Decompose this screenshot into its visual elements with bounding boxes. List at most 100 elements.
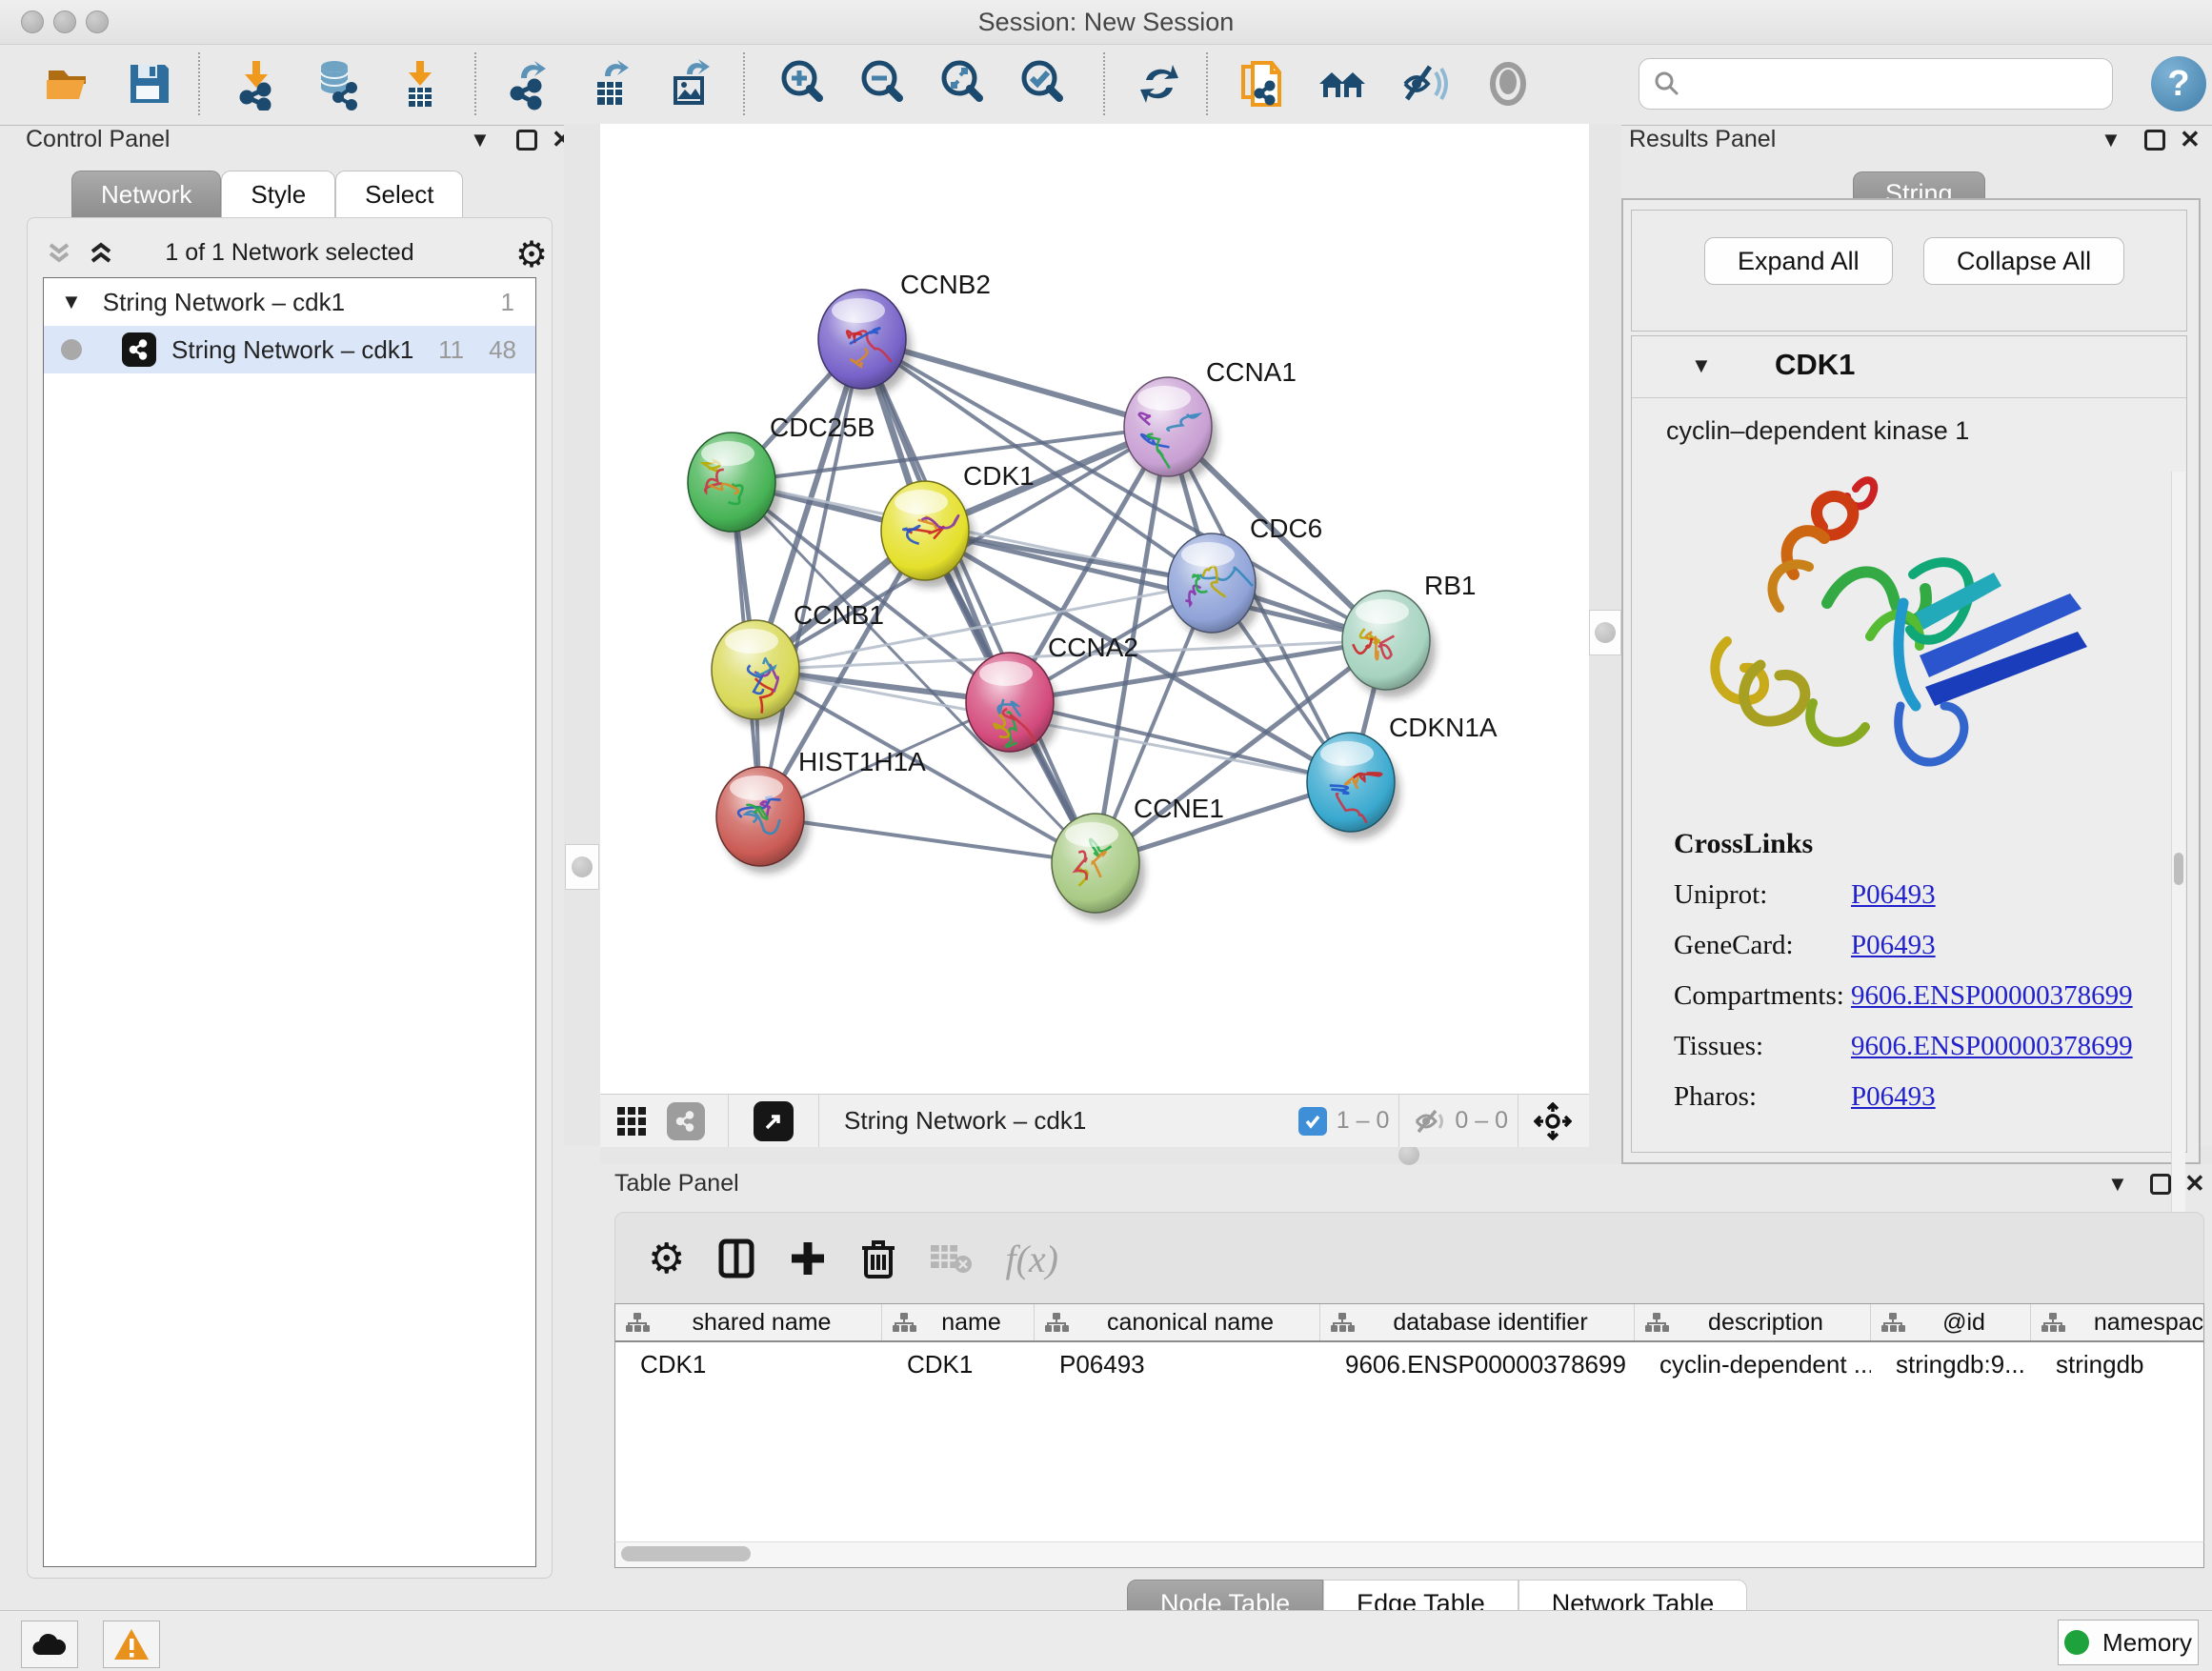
refresh-view-button[interactable] [1130, 54, 1189, 113]
collapse-all-button[interactable]: Collapse All [1923, 237, 2124, 285]
tab-style[interactable]: Style [221, 171, 335, 218]
home-networks-button[interactable] [1313, 54, 1372, 113]
hide-unhide-button[interactable] [1395, 54, 1454, 113]
node-RB1[interactable]: RB1 [1342, 571, 1476, 697]
crosslink-link[interactable]: P06493 [1851, 879, 1936, 911]
column-header-shared-name[interactable]: shared name [615, 1304, 882, 1340]
import-table-from-file-button[interactable] [391, 54, 450, 113]
import-network-from-database-button[interactable] [307, 54, 366, 113]
table-panel-close-icon[interactable]: ✕ [2184, 1171, 2205, 1197]
collection-count: 1 [501, 288, 514, 317]
column-header-database-identifier[interactable]: database identifier [1320, 1304, 1635, 1340]
show-columns-icon[interactable] [717, 1238, 755, 1279]
horizontal-splitter-handle[interactable] [1398, 1144, 1419, 1165]
table-row[interactable]: CDK1CDK1P064939606.ENSP00000378699cyclin… [615, 1342, 2203, 1386]
network-collection-row[interactable]: ▼ String Network – cdk1 1 [44, 278, 535, 326]
results-panel-close-icon[interactable]: ✕ [2180, 127, 2201, 152]
copy-network-button[interactable] [1233, 54, 1292, 113]
export-network-button[interactable] [499, 54, 558, 113]
warning-status-button[interactable] [103, 1621, 160, 1668]
search-input[interactable] [1691, 70, 2112, 99]
column-header-name[interactable]: name [882, 1304, 1035, 1340]
collection-expander-icon[interactable]: ▼ [61, 290, 82, 314]
gene-details-box: ▼ CDK1 cyclin–dependent kinase 1 [1631, 335, 2187, 1153]
network-selected-status: 1 of 1 Network selected [28, 239, 552, 267]
node-label-CDKN1A: CDKN1A [1389, 713, 1498, 742]
node-CCNA2[interactable]: CCNA2 [966, 633, 1138, 759]
string-view-icon[interactable] [667, 1102, 705, 1140]
table-panel-float-icon[interactable] [2150, 1174, 2171, 1195]
network-graph[interactable]: CCNB2CCNA1CDC25BCDK1CDC6RB1CCNB1CCNA2CDK… [600, 124, 1589, 1094]
table-settings-gear-icon[interactable]: ⚙ [648, 1235, 685, 1283]
right-splitter[interactable] [1589, 124, 1621, 1146]
column-header-namespac[interactable]: namespac [2031, 1304, 2204, 1340]
edge-HIST1H1A-CCNE1[interactable] [760, 816, 1096, 863]
column-header-canonical-name[interactable]: canonical name [1035, 1304, 1320, 1340]
node-label-CCNE1: CCNE1 [1134, 794, 1224, 823]
right-splitter-handle[interactable] [1589, 610, 1621, 655]
zoom-selected-button[interactable] [1014, 54, 1073, 113]
export-image-icon [664, 57, 717, 111]
scrollbar-thumb[interactable] [621, 1546, 751, 1561]
database-icon [310, 57, 363, 111]
export-table-button[interactable] [581, 54, 640, 113]
help-button[interactable]: ? [2151, 56, 2206, 111]
node-CDK1[interactable]: CDK1 [881, 461, 1035, 588]
warning-icon [112, 1627, 151, 1661]
crosslink-link[interactable]: 9606.ENSP00000378699 [1851, 980, 2133, 1012]
add-column-icon[interactable] [788, 1238, 828, 1278]
zoom-in-button[interactable] [774, 54, 833, 113]
results-panel-float-icon[interactable] [2144, 130, 2165, 151]
export-image-button[interactable] [661, 54, 720, 113]
gene-header-row[interactable]: ▼ CDK1 [1632, 336, 2186, 398]
network-label: String Network – cdk1 [171, 335, 413, 365]
preview-button[interactable] [1478, 54, 1538, 113]
results-panel-body: Expand All Collapse All ▼ CDK1 cyclin–de… [1621, 198, 2201, 1164]
table-cell: 9606.ENSP00000378699 [1320, 1342, 1635, 1386]
tab-select[interactable]: Select [335, 171, 463, 218]
cloud-status-button[interactable] [21, 1621, 78, 1668]
table-panel-menu-icon[interactable]: ▼ [2107, 1174, 2128, 1196]
zoom-out-button[interactable] [854, 54, 913, 113]
crosslink-link[interactable]: 9606.ENSP00000378699 [1851, 1031, 2133, 1062]
hidden-eye-icon[interactable] [1413, 1109, 1445, 1134]
save-session-button[interactable] [120, 54, 179, 113]
edge-CCNB2-CCNE1[interactable] [862, 339, 1096, 863]
control-panel-float-icon[interactable] [516, 130, 537, 151]
memory-button[interactable]: Memory [2058, 1620, 2199, 1665]
crosslink-row: Tissues:9606.ENSP00000378699 [1674, 1031, 2169, 1062]
results-panel-menu-icon[interactable]: ▼ [2101, 130, 2122, 151]
node-CCNE1[interactable]: CCNE1 [1052, 794, 1224, 920]
node-CDKN1A[interactable]: CDKN1A [1307, 713, 1498, 839]
gene-expander-icon[interactable]: ▼ [1691, 353, 1712, 378]
control-panel-menu-icon[interactable]: ▼ [470, 130, 491, 151]
selected-checkbox-icon[interactable] [1298, 1107, 1327, 1136]
open-session-button[interactable] [40, 54, 99, 113]
search-box[interactable] [1639, 58, 2113, 110]
import-network-from-file-button[interactable] [227, 54, 286, 113]
delete-column-icon[interactable] [860, 1237, 896, 1280]
edge-CCNB2-HIST1H1A[interactable] [760, 339, 862, 816]
column-header-description[interactable]: description [1635, 1304, 1871, 1340]
fit-move-icon[interactable] [1534, 1102, 1572, 1140]
tab-network[interactable]: Network [71, 171, 221, 218]
gear-icon[interactable]: ⚙ [515, 233, 548, 276]
table-horizontal-scrollbar[interactable] [614, 1541, 2204, 1568]
expand-all-button[interactable]: Expand All [1704, 237, 1893, 285]
crosslink-link[interactable]: P06493 [1851, 1081, 1936, 1113]
column-header--id[interactable]: @id [1871, 1304, 2031, 1340]
node-HIST1H1A[interactable]: HIST1H1A [716, 747, 926, 874]
function-builder-icon[interactable]: f(x) [1005, 1237, 1058, 1281]
birds-eye-view-icon[interactable] [615, 1105, 648, 1137]
network-canvas[interactable]: CCNB2CCNA1CDC25BCDK1CDC6RB1CCNB1CCNA2CDK… [600, 124, 1589, 1094]
zoom-fit-button[interactable] [934, 54, 993, 113]
delete-table-icon[interactable] [929, 1241, 973, 1276]
crosslink-link[interactable]: P06493 [1851, 930, 1936, 961]
left-splitter-handle[interactable] [565, 844, 599, 890]
edge-CCNA2-CDKN1A[interactable] [1010, 702, 1351, 782]
node-CCNB2[interactable]: CCNB2 [818, 270, 991, 396]
open-in-window-icon[interactable] [754, 1101, 794, 1141]
network-row[interactable]: String Network – cdk1 11 48 [44, 326, 535, 373]
title-bar: Session: New Session [0, 0, 2212, 45]
left-splitter[interactable] [564, 124, 600, 1146]
